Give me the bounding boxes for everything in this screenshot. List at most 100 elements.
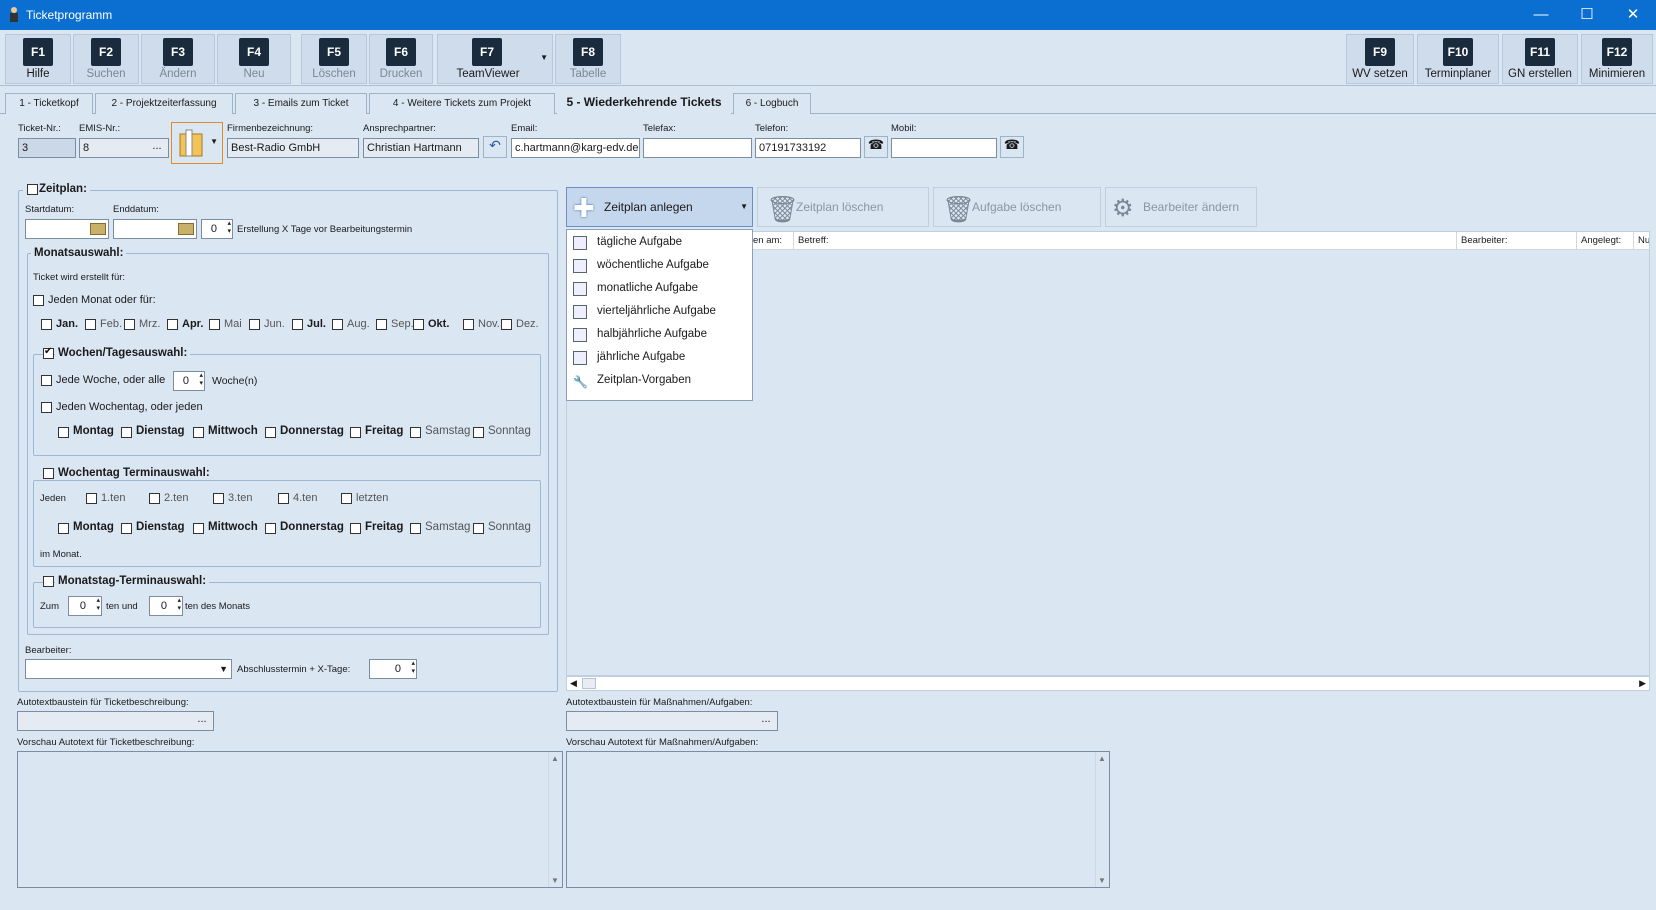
telefon-field[interactable]: 07191733192 <box>755 138 861 158</box>
grid-col-header[interactable]: Betreff: <box>793 232 1413 250</box>
f8-table-button[interactable]: F8 Tabelle <box>555 34 621 84</box>
month-checkbox[interactable] <box>124 319 135 330</box>
zeitplan-checkbox[interactable] <box>27 184 38 195</box>
weekday-checkbox[interactable] <box>265 427 276 438</box>
tab-logbuch[interactable]: 6 - Logbuch <box>733 93 811 114</box>
firma-field[interactable]: Best-Radio GmbH <box>227 138 359 158</box>
scroll-left-icon[interactable]: ◀ <box>570 678 577 689</box>
telefax-field[interactable] <box>643 138 752 158</box>
jede-woche-checkbox[interactable] <box>41 375 52 386</box>
emis-nr-field[interactable]: 8 ... <box>79 138 169 158</box>
ansprech-field[interactable]: Christian Hartmann <box>363 138 479 158</box>
monatstag-spinner-2[interactable]: 0 <box>149 596 183 616</box>
tab-projektzeiterfassung[interactable]: 2 - Projektzeiterfassung <box>95 93 233 114</box>
zeitplan-anlegen-button[interactable]: ✚ Zeitplan anlegen ▼ <box>566 187 753 227</box>
month-checkbox[interactable] <box>332 319 343 330</box>
menu-item-vierteljaehrlich[interactable]: vierteljährliche Aufgabe <box>567 300 752 323</box>
scroll-up-icon[interactable]: ▲ <box>1098 754 1106 763</box>
f12-minimize-button[interactable]: F12 Minimieren <box>1581 34 1653 84</box>
wochen-checkbox[interactable] <box>43 346 54 359</box>
f7-teamviewer-button[interactable]: F7 TeamViewer ▼ <box>437 34 553 84</box>
f11-gn-button[interactable]: F11 GN erstellen <box>1502 34 1578 84</box>
aufgabe-loeschen-button[interactable]: 🗑 Aufgabe löschen <box>933 187 1101 227</box>
autotext-ticket-lookup-button[interactable]: ... <box>191 712 213 730</box>
month-checkbox[interactable] <box>249 319 260 330</box>
autotext-massn-field[interactable]: ... <box>566 711 778 731</box>
weekday-checkbox[interactable] <box>350 523 361 534</box>
tab-ticketkopf[interactable]: 1 - Ticketkopf <box>5 93 93 114</box>
ordinal-checkbox[interactable] <box>213 493 224 504</box>
month-checkbox[interactable] <box>376 319 387 330</box>
weekday-checkbox[interactable] <box>121 427 132 438</box>
monatstag-checkbox[interactable] <box>43 576 54 587</box>
menu-item-taeglich[interactable]: tägliche Aufgabe <box>567 231 752 254</box>
vertical-scrollbar[interactable]: ▲ ▼ <box>548 752 562 887</box>
ordinal-checkbox[interactable] <box>341 493 352 504</box>
tab-weitere-tickets[interactable]: 4 - Weitere Tickets zum Projekt <box>369 93 555 114</box>
vertical-scrollbar[interactable]: ▲ ▼ <box>1095 752 1109 887</box>
weekday-checkbox[interactable] <box>265 523 276 534</box>
minimize-button[interactable]: — <box>1518 0 1564 30</box>
jeden-monat-checkbox[interactable] <box>33 295 44 306</box>
mobile-phone-icon[interactable]: ☎ <box>1000 136 1024 158</box>
weekday-checkbox[interactable] <box>350 427 361 438</box>
ordinal-checkbox[interactable] <box>86 493 97 504</box>
scroll-thumb[interactable] <box>582 678 596 689</box>
month-checkbox[interactable] <box>292 319 303 330</box>
scroll-up-icon[interactable]: ▲ <box>551 754 559 763</box>
grid-col-header[interactable]: en am: <box>749 232 783 250</box>
autotext-massn-lookup-button[interactable]: ... <box>755 712 777 730</box>
month-checkbox[interactable] <box>501 319 512 330</box>
zeitplan-loeschen-button[interactable]: 🗑 Zeitplan löschen <box>757 187 929 227</box>
month-checkbox[interactable] <box>463 319 474 330</box>
horizontal-scrollbar[interactable]: ◀ ▶ <box>566 676 1650 691</box>
maximize-button[interactable]: ☐ <box>1564 0 1610 30</box>
month-checkbox[interactable] <box>413 319 424 330</box>
ordinal-checkbox[interactable] <box>149 493 160 504</box>
weekday-checkbox[interactable] <box>121 523 132 534</box>
monatstag-spinner-1[interactable]: 0 <box>68 596 102 616</box>
emis-lookup-button[interactable]: ... <box>146 139 168 157</box>
weekday-checkbox[interactable] <box>410 427 421 438</box>
month-checkbox[interactable] <box>167 319 178 330</box>
days-before-spinner[interactable]: 0 <box>201 219 233 239</box>
menu-item-monatlich[interactable]: monatliche Aufgabe <box>567 277 752 300</box>
bearbeiter-aendern-button[interactable]: ⚙ Bearbeiter ändern <box>1105 187 1257 227</box>
wochentag-termin-checkbox[interactable] <box>43 468 54 479</box>
weekday-checkbox[interactable] <box>473 523 484 534</box>
f2-search-button[interactable]: F2 Suchen <box>73 34 139 84</box>
month-checkbox[interactable] <box>209 319 220 330</box>
weekday-checkbox[interactable] <box>193 523 204 534</box>
scroll-right-icon[interactable]: ▶ <box>1639 678 1646 689</box>
scroll-down-icon[interactable]: ▼ <box>1098 876 1106 885</box>
abschluss-spinner[interactable]: 0 <box>369 659 417 679</box>
weekday-checkbox[interactable] <box>58 427 69 438</box>
scroll-down-icon[interactable]: ▼ <box>551 876 559 885</box>
menu-item-jaehrlich[interactable]: jährliche Aufgabe <box>567 346 752 369</box>
weekday-checkbox[interactable] <box>193 427 204 438</box>
f3-edit-button[interactable]: F3 Ändern <box>141 34 215 84</box>
email-field[interactable]: c.hartmann@karg-edv.de <box>511 138 640 158</box>
woche-spinner[interactable]: 0 <box>173 371 205 391</box>
mobil-field[interactable] <box>891 138 997 158</box>
autotext-ticket-field[interactable]: ... <box>17 711 214 731</box>
chevron-down-icon[interactable]: ▼ <box>740 188 748 226</box>
ordinal-checkbox[interactable] <box>278 493 289 504</box>
vorschau-ticket-textarea[interactable]: ▲ ▼ <box>17 751 563 888</box>
tab-wiederkehrende-tickets[interactable]: 5 - Wiederkehrende Tickets <box>557 89 731 115</box>
folder-button[interactable]: ▼ <box>171 122 223 164</box>
grid-col-header[interactable]: Angelegt: <box>1576 232 1633 250</box>
month-checkbox[interactable] <box>41 319 52 330</box>
grid-col-header[interactable]: Bearbeiter: <box>1456 232 1571 250</box>
grid-col-header[interactable]: Nu <box>1633 232 1649 250</box>
f6-print-button[interactable]: F6 Drucken <box>369 34 433 84</box>
jeden-wochentag-checkbox[interactable] <box>41 402 52 413</box>
f10-terminplaner-button[interactable]: F10 Terminplaner <box>1417 34 1499 84</box>
tab-emails[interactable]: 3 - Emails zum Ticket <box>235 93 367 114</box>
f9-wv-button[interactable]: F9 WV setzen <box>1346 34 1414 84</box>
menu-item-halbjaehrlich[interactable]: halbjährliche Aufgabe <box>567 323 752 346</box>
phone-icon[interactable]: ☎ <box>864 136 888 158</box>
close-button[interactable]: ✕ <box>1610 0 1656 30</box>
f4-new-button[interactable]: F4 Neu <box>217 34 291 84</box>
menu-item-woechentlich[interactable]: wöchentliche Aufgabe <box>567 254 752 277</box>
